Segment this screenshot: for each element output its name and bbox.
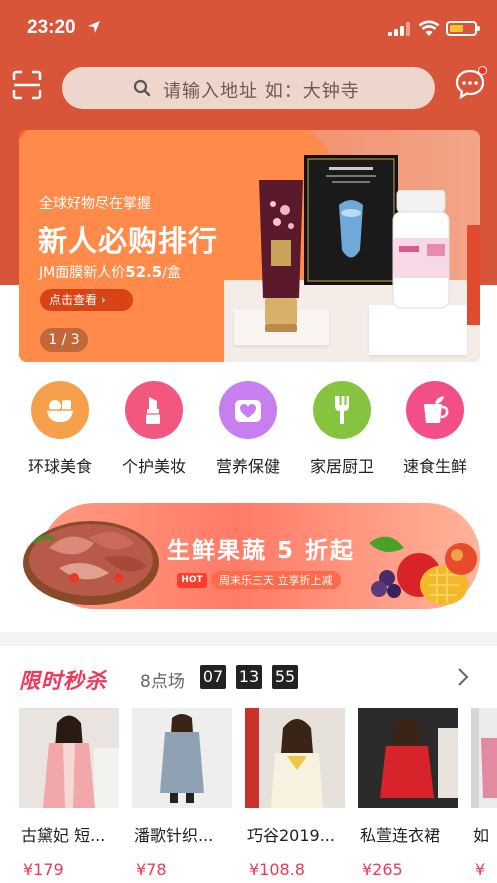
banner-price-prefix: JM面膜新人价 (39, 265, 126, 281)
promo-subtitle: 周末乐三天 立享折上减 (211, 571, 341, 589)
product-image (245, 708, 345, 808)
banner-price-suffix: /盒 (162, 265, 181, 281)
category-label: 速食生鲜 (402, 457, 467, 476)
fruit-basket-icon (47, 400, 73, 422)
countdown-hours: 07 (200, 665, 226, 689)
lipstick-icon (146, 397, 160, 424)
countdown-minutes: 13 (236, 665, 262, 689)
flash-sale-session: 8点场 (140, 672, 185, 692)
product-name: 古黛妃 短... (21, 826, 106, 845)
category-icon-circle (313, 381, 371, 439)
banner-price-value: 52.5 (125, 263, 163, 281)
section-divider (0, 632, 497, 646)
category-label: 个护美妆 (121, 457, 186, 476)
chevron-right-icon[interactable] (456, 666, 470, 688)
product-card[interactable]: 如 ¥ (471, 708, 497, 879)
category-nutrition[interactable]: 营养保健 (209, 381, 287, 476)
category-personal-care[interactable]: 个护美妆 (115, 381, 193, 476)
status-time: 23:20 (27, 17, 76, 38)
promo-title: 生鲜果蔬 5 折起 (167, 538, 356, 564)
cell-signal-icon (388, 22, 410, 36)
location-arrow-icon (88, 21, 100, 33)
battery-icon (446, 21, 480, 36)
search-input[interactable]: 请输入地址 如：大钟寺 (62, 67, 435, 109)
category-icon-circle (31, 381, 89, 439)
product-image (471, 708, 497, 808)
product-card[interactable]: 巧谷2019... ¥108.8 (245, 708, 345, 879)
product-price: ¥108.8 (249, 860, 305, 879)
product-price: ¥179 (23, 860, 64, 879)
fork-icon (335, 396, 349, 424)
category-global-food[interactable]: 环球美食 (21, 381, 99, 476)
hero-banner[interactable]: 全球好物尽在掌握 新人必购排行 JM面膜新人价52.5/盒 点击查看 › 1 /… (19, 130, 480, 362)
product-price: ¥265 (362, 860, 403, 879)
flash-sale-title: 限时秒杀 (19, 669, 107, 693)
category-icon-circle (406, 381, 464, 439)
category-icon-circle (219, 381, 277, 439)
product-price: ¥ (475, 860, 486, 879)
product-name: 私萱连衣裙 (360, 826, 441, 845)
fresh-produce-promo-banner[interactable]: 生鲜果蔬 5 折起 HOT 周末乐三天 立享折上减 (19, 503, 480, 609)
product-name: 如 (473, 826, 490, 845)
banner-subtitle: 全球好物尽在掌握 (39, 196, 151, 212)
category-icon-circle (125, 381, 183, 439)
countdown-seconds: 55 (272, 665, 298, 689)
product-card[interactable]: 古黛妃 短... ¥179 (19, 708, 119, 879)
banner-title: 新人必购排行 (38, 224, 219, 258)
display-pedestal (369, 305, 467, 355)
heart-icon (235, 400, 261, 422)
product-price: ¥78 (136, 860, 167, 879)
promo-hot-badge: HOT (177, 573, 207, 588)
cup-icon (424, 396, 449, 423)
category-label: 家居厨卫 (309, 457, 374, 476)
status-bar: 23:20 (0, 0, 497, 56)
product-image (132, 708, 232, 808)
product-name: 巧谷2019... (247, 826, 335, 845)
banner-strip (467, 225, 480, 325)
scan-icon[interactable] (12, 70, 42, 100)
fruit-pile-image (369, 536, 477, 605)
wifi-icon (418, 20, 440, 36)
category-home-kitchen[interactable]: 家居厨卫 (303, 381, 381, 476)
product-card[interactable]: 私萱连衣裙 ¥265 (358, 708, 458, 879)
banner-price: JM面膜新人价52.5/盒 (39, 262, 181, 282)
product-image (358, 708, 458, 808)
cleanser-tube-product-image (259, 180, 303, 332)
search-icon (133, 79, 151, 97)
search-placeholder: 请输入地址 如：大钟寺 (163, 81, 360, 102)
category-label: 营养保健 (215, 457, 280, 476)
category-fresh-food[interactable]: 速食生鲜 (396, 381, 474, 476)
facial-mask-product-image (304, 155, 398, 285)
message-badge-dot (478, 66, 487, 75)
banner-view-button[interactable]: 点击查看 › (40, 289, 133, 311)
category-label: 环球美食 (27, 457, 92, 476)
product-card[interactable]: 潘歌针织... ¥78 (132, 708, 232, 879)
product-image (19, 708, 119, 808)
supplement-bottle-product-image (392, 190, 450, 309)
banner-pager: 1 / 3 (40, 328, 88, 352)
meat-platter-image (23, 521, 159, 605)
product-name: 潘歌针织... (134, 826, 214, 845)
